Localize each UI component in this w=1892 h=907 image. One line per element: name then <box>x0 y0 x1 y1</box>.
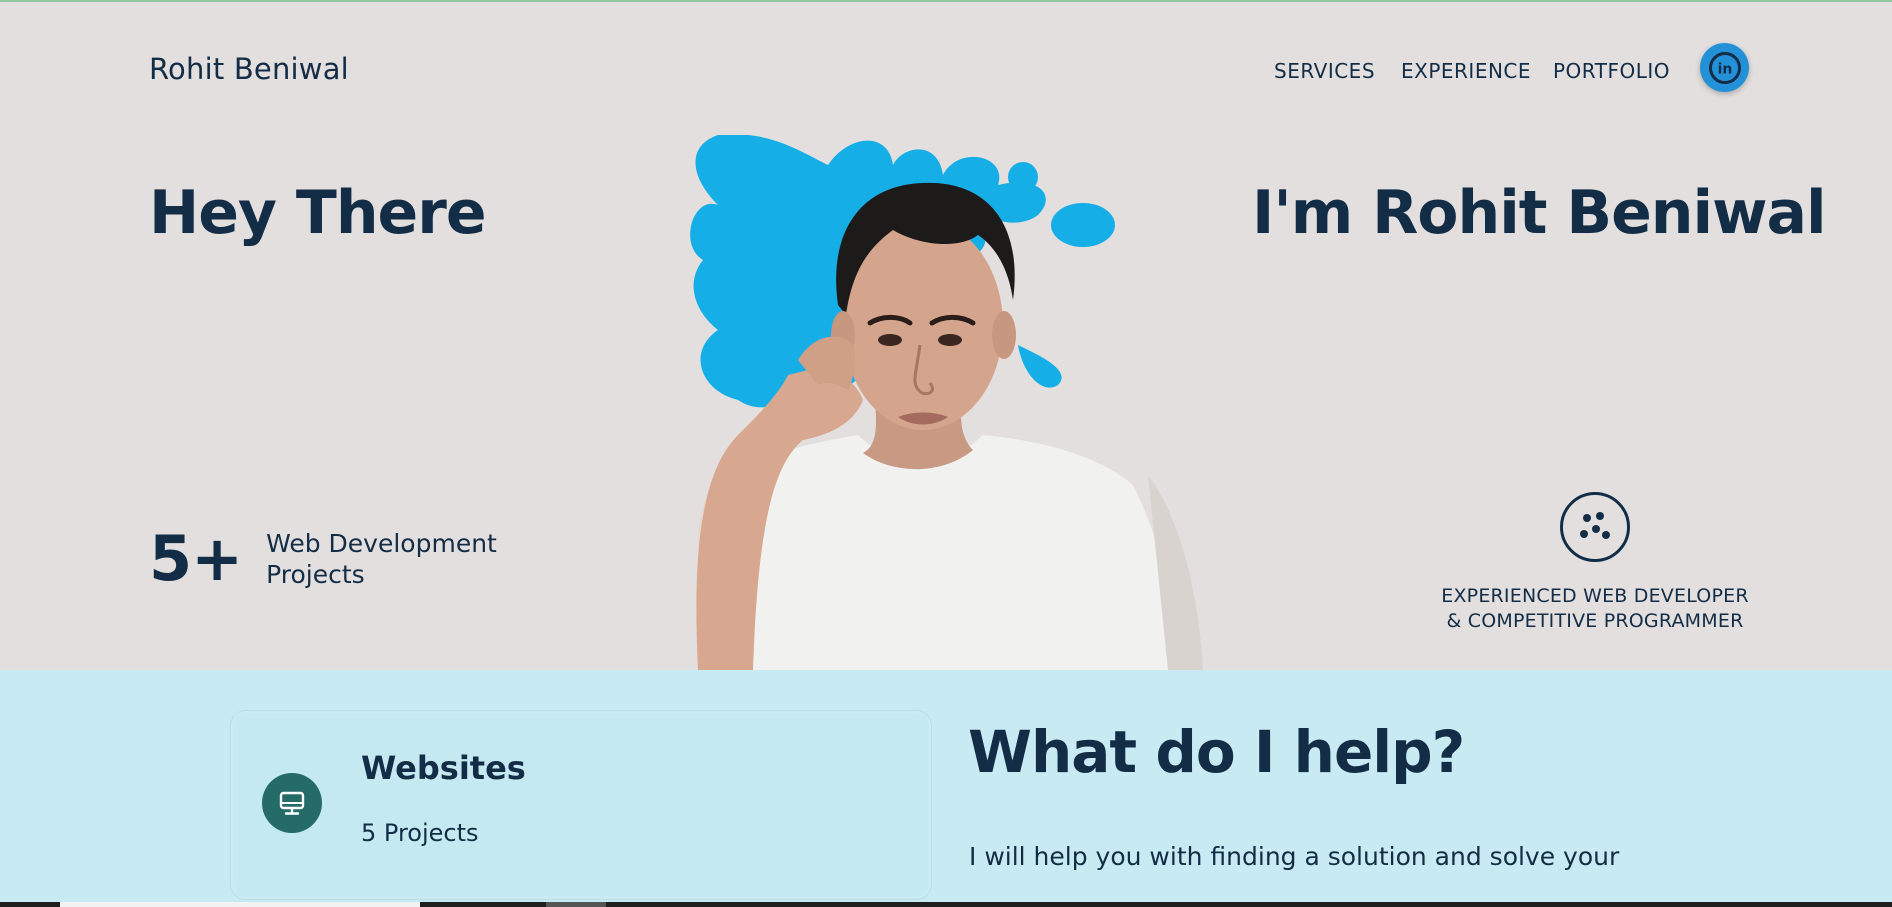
portrait-illustration <box>690 135 1203 670</box>
nav-services-link[interactable]: SERVICES <box>1274 59 1375 83</box>
site-logo[interactable]: Rohit Beniwal <box>149 52 349 86</box>
service-count: 5 Projects <box>361 819 479 847</box>
projects-stat: 5+ Web Development Projects <box>149 528 526 590</box>
nav-portfolio-link[interactable]: PORTFOLIO <box>1553 59 1670 83</box>
monitor-icon <box>262 773 322 833</box>
dice-icon <box>1560 492 1630 562</box>
stat-label: Web Development Projects <box>266 529 497 589</box>
stat-number: 5+ <box>149 522 243 595</box>
help-description: I will help you with finding a solution … <box>969 842 1620 871</box>
linkedin-icon-label: in <box>1717 61 1732 77</box>
linkedin-button[interactable]: in <box>1700 43 1749 92</box>
service-card-websites[interactable]: Websites 5 Projects <box>230 710 932 900</box>
role-line-1: EXPERIENCED WEB DEVELOPER <box>1441 585 1749 607</box>
bottom-taskbar-strip <box>0 902 1892 907</box>
hero-intro: I'm Rohit Beniwal <box>1252 178 1827 248</box>
nav-experience-link[interactable]: EXPERIENCE <box>1401 59 1531 83</box>
profile-photo <box>678 135 1220 670</box>
role-description: EXPERIENCED WEB DEVELOPER & COMPETITIVE … <box>1430 584 1760 634</box>
help-heading: What do I help? <box>968 718 1465 786</box>
service-title: Websites <box>361 749 526 787</box>
hero-greeting: Hey There <box>149 178 487 248</box>
services-section: Websites 5 Projects What do I help? I wi… <box>0 670 1892 907</box>
linkedin-icon: in <box>1708 51 1741 84</box>
role-line-2: & COMPETITIVE PROGRAMMER <box>1446 610 1744 632</box>
site-header: Rohit Beniwal SERVICES EXPERIENCE PORTFO… <box>0 0 1892 135</box>
tshirt <box>713 435 1183 670</box>
